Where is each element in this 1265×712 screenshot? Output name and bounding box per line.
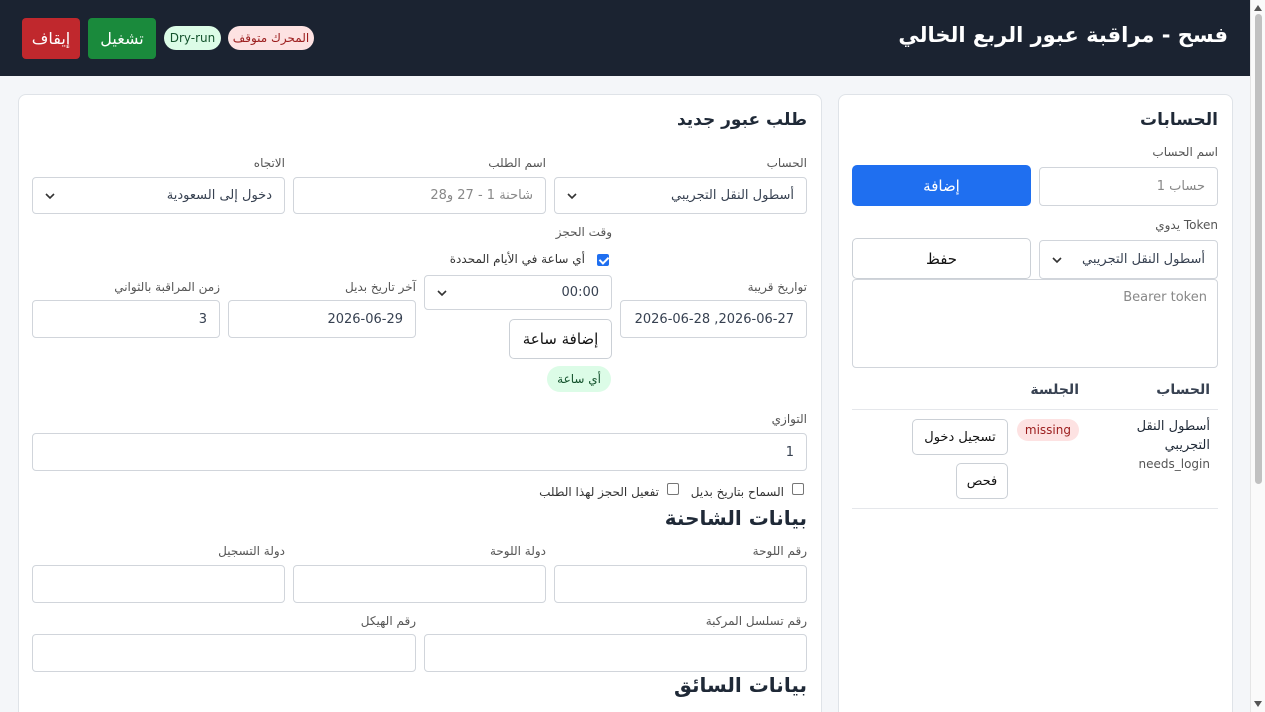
save-token-label: حفظ xyxy=(925,249,958,268)
new-request-card: طلب عبور جديد الحساب أسطول النقل التجريب… xyxy=(18,94,822,712)
check-button-label: فحص xyxy=(966,473,998,489)
token-account-selected: أسطول النقل التجريبي xyxy=(1082,252,1205,267)
save-token-button[interactable]: حفظ xyxy=(852,238,1031,279)
direction-selected: دخول إلى السعودية xyxy=(166,188,272,203)
add-time-label: إضافة ساعة xyxy=(522,330,599,348)
add-account-button[interactable]: إضافة xyxy=(852,165,1031,206)
run-button[interactable]: تشغيل xyxy=(88,18,156,59)
truck-section-title: بيانات الشاحنة xyxy=(664,506,807,530)
driver-section-title: بيانات السائق xyxy=(673,673,807,697)
page-scrollbar[interactable] xyxy=(1250,0,1265,712)
monitor-seconds-input[interactable]: 3 xyxy=(32,300,220,338)
monitor-seconds-label: زمن المراقبة بالثواني xyxy=(114,280,220,294)
chassis-number-label: رقم الهيكل xyxy=(360,614,416,628)
account-name-input[interactable]: حساب 1 xyxy=(1039,167,1218,206)
time-selected: 00:00 xyxy=(561,285,599,300)
app-title: فسح - مراقبة عبور الربع الخالي xyxy=(898,23,1228,47)
login-button[interactable]: تسجيل دخول xyxy=(912,419,1008,455)
request-name-placeholder: شاحنة 1 - 27 و28 xyxy=(430,188,533,203)
monitor-seconds-value: 3 xyxy=(198,311,207,327)
plate-country-label: دولة اللوحة xyxy=(489,544,546,558)
request-account-select[interactable]: أسطول النقل التجريبي xyxy=(554,177,807,214)
scroll-down-arrow-icon[interactable] xyxy=(1254,701,1262,707)
accounts-title: الحسابات xyxy=(1140,110,1218,130)
dry-run-badge: Dry-run xyxy=(164,26,221,50)
account-name-placeholder: حساب 1 xyxy=(1156,179,1205,194)
token-account-select[interactable]: أسطول النقل التجريبي xyxy=(1039,240,1218,279)
allow-alt-date-label: السماح بتاريخ بديل xyxy=(690,485,784,499)
last-alt-date-value: 2026-06-29 xyxy=(327,311,403,327)
vehicle-serial-label: رقم تسلسل المركبة xyxy=(705,614,807,628)
chevron-down-icon xyxy=(1052,255,1062,265)
chevron-down-icon xyxy=(437,288,447,298)
direction-label: الاتجاه xyxy=(253,156,285,170)
direction-select[interactable]: دخول إلى السعودية xyxy=(32,177,285,214)
parallel-value: 1 xyxy=(785,444,794,460)
login-button-label: تسجيل دخول xyxy=(924,429,996,445)
request-name-input[interactable]: شاحنة 1 - 27 و28 xyxy=(293,177,546,214)
add-time-button[interactable]: إضافة ساعة xyxy=(509,319,612,359)
check-button[interactable]: فحص xyxy=(956,463,1008,499)
allow-alt-date-checkbox[interactable] xyxy=(792,483,804,495)
any-hour-badge: أي ساعة xyxy=(547,366,611,392)
chassis-number-input[interactable] xyxy=(32,634,416,672)
any-time-label: أي ساعة في الأيام المحددة xyxy=(449,252,585,266)
last-alt-date-label: آخر تاريخ بديل xyxy=(345,280,416,294)
enable-booking-label: تفعيل الحجز لهذا الطلب xyxy=(539,485,659,499)
last-alt-date-input[interactable]: 2026-06-29 xyxy=(228,300,416,338)
request-account-selected: أسطول النقل التجريبي xyxy=(671,188,794,203)
session-status-badge: missing xyxy=(1016,419,1079,441)
bearer-token-textarea[interactable]: Bearer token xyxy=(852,279,1218,368)
account-row-name-line1: أسطول النقل xyxy=(1136,419,1210,434)
registration-country-input[interactable] xyxy=(32,565,285,603)
table-row-divider xyxy=(852,508,1218,509)
top-bar: فسح - مراقبة عبور الربع الخالي إيقاف تشغ… xyxy=(0,0,1250,76)
col-header-account: الحساب xyxy=(1156,382,1210,398)
bearer-token-placeholder: Bearer token xyxy=(1123,290,1207,305)
accounts-card: الحسابات اسم الحساب حساب 1 إضافة Token ي… xyxy=(838,94,1233,712)
plate-number-input[interactable] xyxy=(554,565,807,603)
stop-button[interactable]: إيقاف xyxy=(22,18,80,59)
request-account-label: الحساب xyxy=(766,156,807,170)
chevron-down-icon xyxy=(567,191,577,201)
page: فسح - مراقبة عبور الربع الخالي إيقاف تشغ… xyxy=(0,0,1250,712)
manual-token-label: Token يدوي xyxy=(1155,218,1218,232)
account-name-label: اسم الحساب xyxy=(1152,145,1218,159)
booking-time-label: وقت الحجز xyxy=(555,225,612,239)
account-row-name-line2: التجريبي xyxy=(1164,438,1210,453)
nearby-dates-input[interactable]: 2026-06-27, 2026-06-28 xyxy=(620,300,807,338)
nearby-dates-label: تواريخ قريبة xyxy=(747,280,807,294)
vehicle-serial-input[interactable] xyxy=(424,634,807,672)
col-header-session: الجلسة xyxy=(1030,382,1079,398)
registration-country-label: دولة التسجيل xyxy=(218,544,285,558)
nearby-dates-value: 2026-06-27, 2026-06-28 xyxy=(634,311,794,327)
enable-booking-checkbox[interactable] xyxy=(667,483,679,495)
table-header-divider xyxy=(852,409,1218,410)
parallel-label: التوازي xyxy=(771,412,807,426)
plate-number-label: رقم اللوحة xyxy=(752,544,807,558)
new-request-title: طلب عبور جديد xyxy=(676,110,807,130)
account-row-status: needs_login xyxy=(1138,457,1210,471)
engine-status-badge: المحرك متوقف xyxy=(228,26,314,50)
any-time-checkbox[interactable] xyxy=(597,254,609,266)
parallel-input[interactable]: 1 xyxy=(32,433,807,471)
scroll-up-arrow-icon[interactable] xyxy=(1254,5,1262,11)
scrollbar-thumb[interactable] xyxy=(1255,14,1262,484)
chevron-down-icon xyxy=(45,191,55,201)
request-name-label: اسم الطلب xyxy=(488,156,546,170)
time-select[interactable]: 00:00 xyxy=(424,275,612,310)
plate-country-input[interactable] xyxy=(293,565,546,603)
